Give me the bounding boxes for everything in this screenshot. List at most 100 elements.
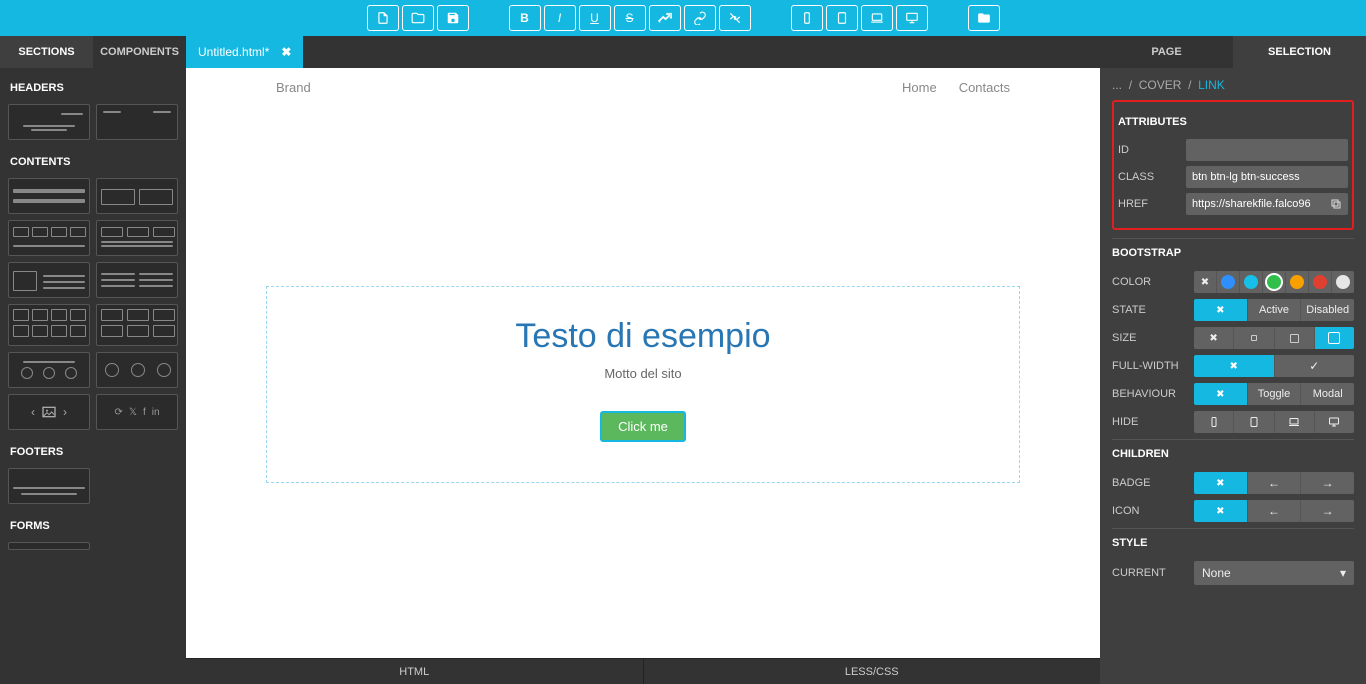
icon-left-button[interactable]	[1248, 500, 1302, 522]
italic-button[interactable]: I	[544, 5, 576, 31]
behaviour-toggle-button[interactable]: Toggle	[1248, 383, 1302, 405]
preview-subtitle[interactable]: Motto del sito	[287, 366, 999, 381]
image-icon	[41, 404, 57, 420]
save-file-button[interactable]	[437, 5, 469, 31]
footer-thumb-1[interactable]	[8, 468, 90, 504]
close-icon	[1216, 304, 1224, 316]
attr-href-input[interactable]: https://sharekfile.falco96	[1186, 193, 1348, 215]
badge-right-button[interactable]	[1301, 472, 1354, 494]
underline-button[interactable]: U	[579, 5, 611, 31]
tab-page[interactable]: PAGE	[1100, 36, 1233, 68]
bottom-tab-lesscss[interactable]: LESS/CSS	[644, 659, 1101, 684]
close-icon	[1230, 360, 1238, 372]
icon-none-button[interactable]	[1194, 500, 1248, 522]
size-lg-button[interactable]	[1315, 327, 1354, 349]
copy-icon[interactable]	[1330, 198, 1342, 210]
tab-sections[interactable]: SECTIONS	[0, 36, 93, 68]
color-swatch-2[interactable]	[1240, 271, 1263, 293]
size-sm-button[interactable]	[1234, 327, 1274, 349]
color-swatch-5[interactable]	[1309, 271, 1332, 293]
check-icon	[1309, 359, 1319, 373]
children-heading: CHILDREN	[1112, 439, 1354, 466]
content-thumb-9[interactable]	[8, 352, 90, 388]
color-swatch-1[interactable]	[1217, 271, 1240, 293]
file-tab-name: Untitled.html*	[198, 45, 269, 59]
hide-phone-button[interactable]	[1194, 411, 1234, 433]
hide-desktop-button[interactable]	[1315, 411, 1354, 433]
close-icon	[1209, 332, 1217, 344]
preview-nav-contacts[interactable]: Contacts	[959, 80, 1010, 95]
strike-button[interactable]: S	[614, 5, 646, 31]
section-forms-title: FORMS	[0, 514, 186, 538]
canvas-stage[interactable]: Brand Home Contacts Testo di esempio Mot…	[186, 68, 1100, 658]
state-active-button[interactable]: Active	[1248, 299, 1302, 321]
desktop-view-button[interactable]	[896, 5, 928, 31]
tablet-view-button[interactable]	[826, 5, 858, 31]
laptop-view-button[interactable]	[861, 5, 893, 31]
fullwidth-label: FULL-WIDTH	[1112, 360, 1186, 372]
tab-components[interactable]: COMPONENTS	[93, 36, 186, 68]
desktop-icon	[1328, 416, 1340, 428]
preview-cta-button[interactable]: Click me	[600, 411, 686, 442]
breadcrumb-dots[interactable]: ...	[1112, 78, 1122, 92]
color-swatch-3[interactable]	[1263, 271, 1286, 293]
state-none-button[interactable]	[1194, 299, 1248, 321]
chevron-left-icon: ‹	[31, 405, 35, 419]
icon-right-button[interactable]	[1301, 500, 1354, 522]
breadcrumb: ... / COVER / LINK	[1112, 68, 1354, 100]
content-thumb-8[interactable]	[96, 304, 178, 346]
behaviour-none-button[interactable]	[1194, 383, 1248, 405]
header-thumb-2[interactable]	[96, 104, 178, 140]
preview-title[interactable]: Testo di esempio	[287, 317, 999, 356]
content-thumb-4[interactable]	[96, 220, 178, 256]
form-thumb-1[interactable]	[8, 542, 90, 550]
header-thumb-1[interactable]	[8, 104, 90, 140]
attr-id-input[interactable]	[1186, 139, 1348, 161]
content-thumb-6[interactable]	[96, 262, 178, 298]
color-swatch-4[interactable]	[1286, 271, 1309, 293]
hide-tablet-button[interactable]	[1234, 411, 1274, 433]
current-style-select[interactable]: None ▾	[1194, 561, 1354, 585]
bottom-tab-html[interactable]: HTML	[186, 659, 644, 684]
content-thumb-5[interactable]	[8, 262, 90, 298]
breadcrumb-cover[interactable]: COVER	[1139, 78, 1182, 92]
file-tab[interactable]: Untitled.html* ✖	[186, 36, 303, 68]
tab-bar: SECTIONS COMPONENTS Untitled.html* ✖ PAG…	[0, 36, 1366, 68]
badge-left-button[interactable]	[1248, 472, 1302, 494]
fullwidth-off-button[interactable]	[1194, 355, 1275, 377]
content-thumb-social[interactable]: ⟳𝕏fin	[96, 394, 178, 430]
file-tab-close-icon[interactable]: ✖	[281, 45, 291, 59]
breadcrumb-link[interactable]: LINK	[1198, 78, 1225, 92]
preview-jumbotron[interactable]: Testo di esempio Motto del sito Click me	[266, 286, 1020, 483]
badge-none-button[interactable]	[1194, 472, 1248, 494]
unlink-button[interactable]	[719, 5, 751, 31]
phone-view-button[interactable]	[791, 5, 823, 31]
size-none-button[interactable]	[1194, 327, 1234, 349]
open-file-button[interactable]	[402, 5, 434, 31]
attr-class-input[interactable]: btn btn-lg btn-success	[1186, 166, 1348, 188]
content-thumb-1[interactable]	[8, 178, 90, 214]
content-thumb-2[interactable]	[96, 178, 178, 214]
hide-laptop-button[interactable]	[1275, 411, 1315, 433]
preview-brand[interactable]: Brand	[276, 80, 311, 95]
bold-button[interactable]: B	[509, 5, 541, 31]
folder-button[interactable]	[968, 5, 1000, 31]
behaviour-modal-button[interactable]: Modal	[1301, 383, 1354, 405]
tab-selection[interactable]: SELECTION	[1233, 36, 1366, 68]
bootstrap-heading: BOOTSTRAP	[1112, 238, 1354, 265]
clear-format-button[interactable]	[649, 5, 681, 31]
preview-navbar: Brand Home Contacts	[186, 68, 1100, 103]
content-thumb-10[interactable]	[96, 352, 178, 388]
content-thumb-carousel[interactable]: ‹›	[8, 394, 90, 430]
color-swatch-0[interactable]	[1194, 271, 1217, 293]
state-disabled-button[interactable]: Disabled	[1301, 299, 1354, 321]
new-file-button[interactable]	[367, 5, 399, 31]
color-swatch-6[interactable]	[1332, 271, 1354, 293]
link-button[interactable]	[684, 5, 716, 31]
preview-nav-home[interactable]: Home	[902, 80, 937, 95]
arrow-left-icon	[1268, 504, 1280, 518]
size-md-button[interactable]	[1275, 327, 1315, 349]
content-thumb-7[interactable]	[8, 304, 90, 346]
fullwidth-on-button[interactable]	[1275, 355, 1355, 377]
content-thumb-3[interactable]	[8, 220, 90, 256]
